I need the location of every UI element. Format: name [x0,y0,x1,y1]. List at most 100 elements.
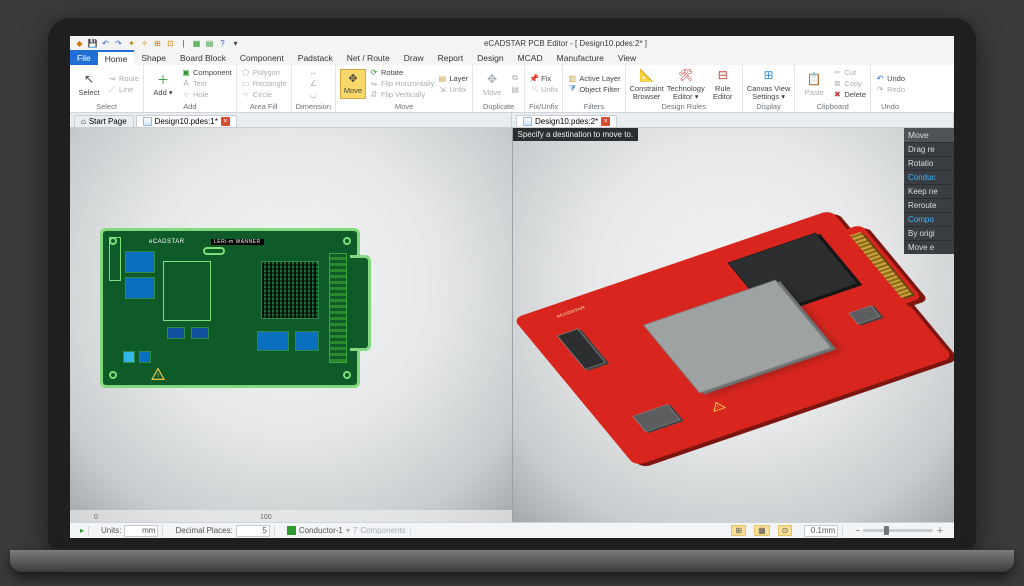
move-panel-row-6[interactable]: By origi [904,226,954,240]
titlebar: ◆💾↶↷✦✧⊞⊡|▦▤?▾ eCADSTAR PCB Editor - [ De… [70,36,954,50]
layer2-icon: ▤ [510,84,520,94]
app-icon[interactable]: ◆ [74,38,85,49]
rev-silk: LERi-m WANNER [211,239,264,245]
drop-icon[interactable]: ▾ [230,38,241,49]
menu-tab-board-block[interactable]: Board Block [173,50,233,65]
cut-icon: ✂ [832,68,842,78]
unfix-icon: ⇲ [437,84,447,94]
unfix: ⤫Unfix [529,84,558,94]
rotate[interactable]: ⟳Rotate [369,68,434,78]
save-icon[interactable]: 💾 [87,38,98,49]
help-icon[interactable]: ? [217,38,228,49]
pane-3d[interactable]: Specify a destination to move to. eCADST… [513,128,955,522]
dim-radius: ◡ [308,90,318,100]
delete[interactable]: ✖Delete [832,90,866,100]
constraint-icon: 📐 [638,66,656,84]
zoom-slider[interactable]: − ＋ [851,525,948,536]
pcb-2d[interactable]: eCADSTAR LERi-m WANNER ! [100,228,360,388]
paste: 📋Paste [799,70,829,97]
status-dp[interactable]: Decimal Places: 5 [171,525,274,537]
div-icon[interactable]: | [178,38,189,49]
rotate-icon: ⟳ [369,68,379,78]
move-panel-row-7[interactable]: Move e [904,240,954,254]
menu-tab-view[interactable]: View [611,50,643,65]
menu-tab-component[interactable]: Component [233,50,291,65]
select-button[interactable]: ↖ Select [74,70,104,97]
move-panel-row-4[interactable]: Reroute [904,198,954,212]
menu-tab-mcad[interactable]: MCAD [511,50,550,65]
add-component[interactable]: ▣Component [181,68,232,78]
status-snap2[interactable]: ▦ [754,525,770,536]
constraint-browser[interactable]: 📐Constraint Browser [630,66,664,100]
rule-editor[interactable]: ⊟Rule Editor [708,66,738,100]
status-zoom[interactable]: 0.1mm [800,525,843,537]
ribbon-group-add: ＋ Add ▾ ▣Component AText ○Hole Add [144,65,237,112]
win2-icon[interactable]: ▤ [204,38,215,49]
file-menu[interactable]: File [70,50,98,65]
redo-icon[interactable]: ↷ [113,38,124,49]
close-icon[interactable]: × [601,117,610,126]
menu-tab-report[interactable]: Report [431,50,471,65]
flip-v: ⇵Flip Vertically [369,90,434,100]
menu-tab-draw[interactable]: Draw [397,50,431,65]
snap2-icon[interactable]: ✧ [139,38,150,49]
menu-tab-padstack[interactable]: Padstack [291,50,340,65]
move-panel-row-3[interactable]: Keep ne [904,184,954,198]
grid-icon: ▦ [758,526,766,535]
design2[interactable]: Design10.pdes:2*× [516,115,617,127]
add-button[interactable]: ＋ Add ▾ [148,70,178,97]
workspace: eCADSTAR LERi-m WANNER ! [70,128,954,522]
object-filter[interactable]: ⧩Object Filter [567,84,620,94]
undo-icon[interactable]: ↶ [100,38,111,49]
undo[interactable]: ↶Undo [875,73,905,83]
duplicate-move-button: ✥ Move [477,70,507,97]
copy2-icon: ⧉ [832,79,842,89]
snap1-icon[interactable]: ✦ [126,38,137,49]
pane-2d[interactable]: eCADSTAR LERi-m WANNER ! [70,128,513,522]
status-units[interactable]: Units: mm [97,525,163,537]
canvas-view-settings[interactable]: ⊞Canvas View Settings ▾ [747,66,791,100]
move-icon: ✥ [348,72,357,85]
warning-icon: ! [151,367,165,379]
fix[interactable]: 📌Fix [529,73,558,83]
move-layer[interactable]: ▤Layer [437,73,468,83]
move-panel-row-5[interactable]: Compo [904,212,954,226]
move-button[interactable]: ✥ Move [340,69,366,99]
activelayer-icon: ▥ [567,73,577,83]
layer-swatch [287,526,296,535]
menu-tab-manufacture[interactable]: Manufacture [550,50,611,65]
menu-tab-home[interactable]: Home [98,50,135,65]
menu-tab-design[interactable]: Design [470,50,510,65]
move-panel-title[interactable]: Move [904,128,954,142]
menu-tab-net-route[interactable]: Net / Route [340,50,397,65]
move-panel-row-2[interactable]: Conduc [904,170,954,184]
add-hole: ○Hole [181,90,232,100]
polygon-icon: ⬠ [241,68,251,78]
text-icon: A [181,79,191,89]
quick-access-toolbar: ◆💾↶↷✦✧⊞⊡|▦▤?▾ [74,38,241,49]
move-panel-row-0[interactable]: Drag re [904,142,954,156]
active-layer[interactable]: ▥Active Layer [567,73,620,83]
snap4-icon[interactable]: ⊡ [165,38,176,49]
status-layer[interactable]: Conductor-1 ▾ 7 Components [283,526,411,535]
move-panel[interactable]: Move Drag reRotatioConducKeep neRerouteC… [904,128,954,254]
canvas-icon: ⊞ [760,66,778,84]
design1[interactable]: Design10.pdes:1*× [136,115,237,127]
layer-icon: ▤ [437,73,447,83]
status-snap3[interactable]: ⊙ [778,525,793,536]
laptop-base [10,550,1014,572]
ribbon-group-filters: ▥Active Layer ⧩Object Filter Filters [563,65,625,112]
ribbon-group-fix: 📌Fix ⤫Unfix Fix/Unfix [525,65,563,112]
start-page[interactable]: ⌂Start Page [74,115,134,127]
close-icon[interactable]: × [221,117,230,126]
menu-tab-shape[interactable]: Shape [134,50,173,65]
move-panel-row-1[interactable]: Rotatio [904,156,954,170]
technology-editor[interactable]: 🛠Technology Editor ▾ [667,66,705,100]
win1-icon[interactable]: ▦ [191,38,202,49]
snap3-icon[interactable]: ⊞ [152,38,163,49]
units-value[interactable]: mm [124,525,158,537]
ribbon-group-clipboard: 📋Paste ✂Cut ⧉Copy ✖Delete Clipboard [795,65,871,112]
select-route: ↝Route [107,73,139,83]
dp-value[interactable]: 5 [236,525,270,537]
status-snap1[interactable]: ⊞ [731,525,746,536]
